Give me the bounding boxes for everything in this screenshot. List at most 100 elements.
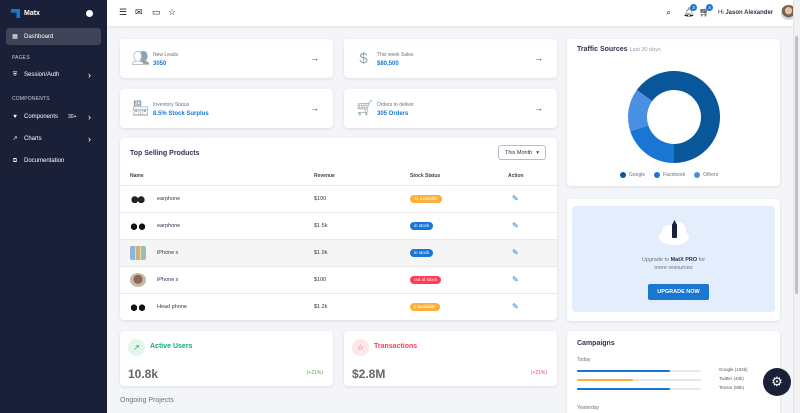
legend-marker — [694, 172, 701, 178]
column-header-stock: Stock Status — [410, 173, 441, 179]
upgrade-card: Upgrade to MatX PRO for more resources U… — [572, 206, 775, 312]
user-greeting[interactable]: Hi Jason Alexander — [718, 10, 773, 16]
edit-icon[interactable]: ✎ — [512, 302, 519, 311]
star-icon[interactable]: ☆ — [168, 8, 176, 17]
settings-fab[interactable]: ⚙ — [763, 368, 791, 396]
sidebar-item-session-auth[interactable]: ⛨ Session/Auth › — [6, 66, 101, 83]
sidebar-item-label: Session/Auth — [24, 71, 60, 78]
group-icon: 👥︎ — [131, 50, 151, 67]
heart-icon: ♥ — [13, 113, 17, 120]
menu-icon[interactable]: ☰ — [119, 8, 127, 17]
product-revenue: $100 — [314, 196, 327, 202]
growth-value: (+21%) — [530, 370, 547, 376]
arrow-right-icon[interactable]: → — [310, 103, 319, 113]
transactions-value: $2.8M — [352, 367, 386, 381]
stat-card-orders[interactable]: 🛒︎ Orders to deliver 305 Orders → — [344, 89, 557, 128]
status-badge: in stock — [410, 249, 434, 257]
brand[interactable]: Matx — [11, 9, 40, 18]
arrow-right-icon[interactable]: → — [534, 53, 543, 63]
arrow-right-icon[interactable]: → — [534, 103, 543, 113]
dollar-icon: $ — [359, 50, 368, 67]
period-select-value: This Month — [505, 149, 533, 156]
product-revenue: $1.5k — [314, 223, 328, 229]
campaign-list: Google (102k) Twitter (40k) Tensor (80k) — [577, 367, 777, 397]
growth-value: (+21%) — [306, 370, 323, 376]
ongoing-projects-title: Ongoing Projects — [120, 397, 174, 404]
chart-legend: Google Facebook Others — [620, 172, 718, 178]
mail-icon[interactable]: ✉ — [135, 8, 143, 17]
store-icon: 🏪︎ — [131, 100, 151, 117]
stat-card-weekly-sales[interactable]: $ This week Sales $80,500 → — [344, 39, 557, 78]
card-title: Campaigns — [577, 340, 615, 347]
card-title: Traffic Sources Last 30 days — [577, 46, 661, 53]
status-badge: 11 available — [410, 195, 442, 203]
sidebar-item-components[interactable]: ♥ Components 30+ › — [6, 108, 101, 125]
legend-label: Others — [703, 172, 719, 178]
scrollbar-thumb[interactable] — [795, 36, 798, 294]
top-selling-products-card: Top Selling Products This Month ▾ Name R… — [120, 138, 557, 320]
upgrade-line1: Upgrade to — [641, 257, 671, 263]
table-row: earphone $100 11 available ✎ — [120, 185, 557, 212]
trending-up-icon: ↗ — [128, 339, 145, 356]
sidebar-item-documentation[interactable]: ⧉ Documentation — [6, 152, 101, 169]
shield-icon: ⛨ — [12, 71, 18, 78]
edit-icon[interactable]: ✎ — [512, 248, 519, 257]
active-users-value: 10.8k — [128, 367, 159, 381]
legend-label: Facebook — [663, 172, 686, 178]
upgrade-text: Upgrade to MatX PRO for more resources — [572, 256, 775, 272]
column-header-name: Name — [130, 173, 144, 179]
chevron-right-icon: › — [88, 133, 91, 144]
card-title: Top Selling Products — [130, 150, 200, 157]
web-asset-icon[interactable]: ▭ — [152, 8, 161, 17]
campaign-progress — [577, 388, 670, 390]
product-image — [130, 300, 146, 314]
edit-icon[interactable]: ✎ — [512, 194, 519, 203]
table-row: Head phone $1.2k 5 available ✎ — [120, 293, 557, 320]
period-select[interactable]: This Month ▾ — [498, 145, 546, 160]
arrow-right-icon[interactable]: → — [310, 53, 319, 63]
campaign-label: Tensor (80k) — [719, 385, 745, 390]
stat-card-inventory[interactable]: 🏪︎ Inventory Status 8.5% Stock Surplus → — [120, 89, 333, 128]
stat-card-new-leads[interactable]: 👥︎ New Leads 3050 → — [120, 39, 333, 78]
cart-icon: 🛒︎ — [355, 100, 375, 117]
stat-value: 305 Orders — [377, 111, 409, 117]
upgrade-line2: more resources — [654, 265, 693, 271]
trending-up-icon: ↗ — [12, 135, 18, 142]
donut-slice-facebook[interactable] — [630, 125, 674, 163]
campaign-item: Google (102k) — [577, 367, 777, 375]
edit-icon[interactable]: ✎ — [512, 221, 519, 230]
campaign-progress — [577, 370, 670, 372]
stat-label: New Leads — [153, 52, 179, 58]
stat-label: This week Sales — [377, 52, 414, 58]
sidebar-item-dashboard[interactable]: ▦ Dashboard — [6, 28, 101, 45]
topbar: ☰ ✉ ▭ ☆ ⌕ 🔔︎ 3 🛒︎ 4 Hi Jason Alexander — [107, 0, 796, 26]
sidebar-item-charts[interactable]: ↗ Charts › — [6, 130, 101, 147]
product-name: iPhone x — [157, 277, 179, 283]
section-label-pages: PAGES — [12, 55, 30, 61]
table-row: earphone $1.5k in stock ✎ — [120, 212, 557, 239]
matx-logo-icon — [11, 9, 20, 18]
stat-label: Orders to deliver — [377, 102, 414, 108]
search-icon[interactable]: ⌕ — [666, 8, 671, 17]
star-outline-icon: ☆ — [352, 339, 369, 356]
campaigns-today-label: Today — [577, 357, 591, 363]
column-header-revenue: Revenue — [314, 173, 335, 179]
product-name: earphone — [157, 196, 181, 202]
edit-icon[interactable]: ✎ — [512, 275, 519, 284]
campaign-progress — [577, 379, 633, 381]
sidebar-item-label: Components — [24, 113, 59, 120]
column-header-action: Action — [508, 173, 524, 179]
sidebar-toggle[interactable] — [86, 10, 93, 17]
upgrade-now-button[interactable]: UPGRADE NOW — [648, 284, 709, 300]
status-badge: out of stock — [410, 276, 442, 284]
card-title: Transactions — [374, 343, 418, 350]
traffic-subtitle: Last 30 days — [629, 47, 661, 53]
stat-value: 8.5% Stock Surplus — [153, 111, 209, 117]
product-image — [130, 192, 146, 206]
traffic-sources-card: Traffic Sources Last 30 days Google Face… — [567, 39, 780, 186]
legend-marker — [654, 172, 661, 178]
product-revenue: $1.9k — [314, 250, 328, 256]
table-row: iPhone x $1.9k in stock ✎ — [120, 239, 557, 266]
product-image — [130, 273, 146, 287]
campaign-label: Google (102k) — [719, 367, 748, 372]
